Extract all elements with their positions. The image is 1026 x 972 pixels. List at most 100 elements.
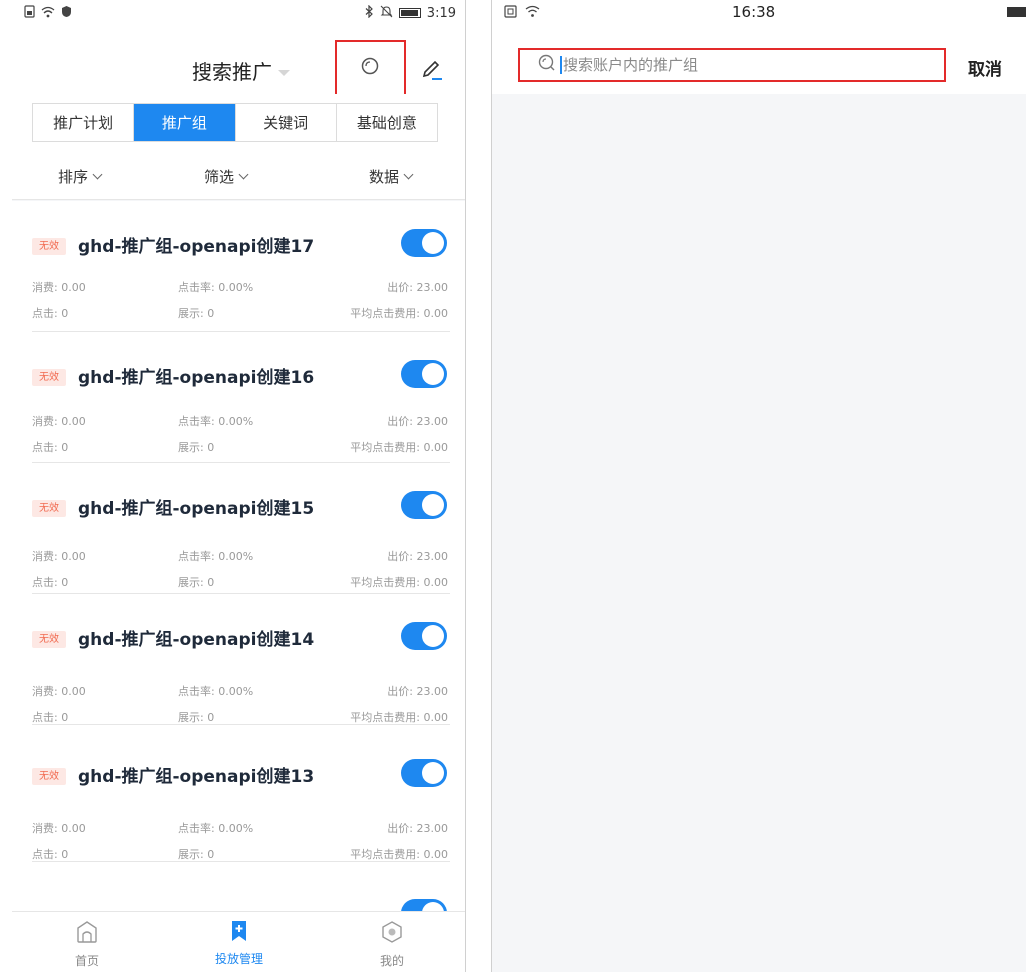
spend-stat: 消费: 0.00 [32, 822, 86, 835]
clicks-stat: 点击: 0 [32, 441, 69, 454]
spend-stat: 消费: 0.00 [32, 281, 86, 294]
data-dropdown[interactable]: 数据 [369, 166, 414, 187]
wifi-icon [525, 5, 540, 22]
battery-icon [398, 8, 421, 18]
status-bar: 16:38 [492, 0, 1026, 26]
cancel-button[interactable]: 取消 [968, 55, 1002, 80]
data-label: 数据 [369, 168, 400, 186]
sort-label: 排序 [58, 168, 89, 186]
level-tabs: 推广计划 推广组 关键词 基础创意 [32, 103, 438, 142]
bid-stat: 出价: 23.00 [387, 822, 448, 835]
ctr-stat: 点击率: 0.00% [178, 685, 254, 698]
divider [32, 861, 450, 862]
edit-button[interactable] [420, 58, 444, 82]
enable-toggle[interactable] [401, 622, 447, 650]
wifi-icon [41, 6, 55, 21]
bid-stat: 出价: 23.00 [387, 415, 448, 428]
enable-toggle[interactable] [401, 360, 447, 388]
nav-profile-label: 我的 [379, 954, 404, 968]
cpc-stat: 平均点击费用: 0.00 [350, 576, 448, 589]
ctr-stat: 点击率: 0.00% [178, 822, 254, 835]
left-phone-screen: 3:19 搜索推广 推广计划 推广组 关键词 基础创意 排序 筛选 数据 无效 … [12, 0, 466, 972]
search-input[interactable] [563, 56, 923, 74]
pencil-icon [420, 60, 444, 86]
impressions-stat: 展示: 0 [178, 576, 215, 589]
ad-group-name: ghd-推广组-openapi创建14 [78, 630, 315, 650]
enable-toggle[interactable] [401, 759, 447, 787]
header-bar: 搜索推广 [12, 26, 465, 97]
profile-icon [381, 920, 403, 948]
ctr-stat: 点击率: 0.00% [178, 415, 254, 428]
status-bar: 3:19 [12, 0, 465, 26]
text-cursor [560, 56, 562, 74]
tab-keyword[interactable]: 关键词 [236, 104, 337, 141]
right-phone-screen: 16:38 取消 [491, 0, 1026, 972]
clicks-stat: 点击: 0 [32, 848, 69, 861]
filter-dropdown[interactable]: 筛选 [204, 166, 249, 187]
list-item[interactable]: 无效 ghd-推广组-openapi创建13 消费: 0.00 点击率: 0.0… [12, 731, 465, 862]
bid-stat: 出价: 23.00 [387, 685, 448, 698]
impressions-stat: 展示: 0 [178, 441, 215, 454]
spend-stat: 消费: 0.00 [32, 685, 86, 698]
search-button[interactable] [335, 40, 406, 97]
caret-down-icon [278, 69, 290, 76]
spend-stat: 消费: 0.00 [32, 415, 86, 428]
tab-ad-group[interactable]: 推广组 [134, 104, 236, 141]
cpc-stat: 平均点击费用: 0.00 [350, 848, 448, 861]
ad-group-list[interactable]: 无效 ghd-推广组-openapi创建17 消费: 0.00 点击率: 0.0… [12, 201, 465, 911]
nav-home[interactable]: 首页 [47, 920, 127, 969]
nav-profile[interactable]: 我的 [352, 920, 432, 969]
sim-icon [504, 5, 517, 22]
enable-toggle[interactable] [401, 229, 447, 257]
clicks-stat: 点击: 0 [32, 711, 69, 724]
list-item[interactable]: 无效 ghd-推广组-openapi创建14 消费: 0.00 点击率: 0.0… [12, 594, 465, 725]
bid-stat: 出价: 23.00 [387, 550, 448, 563]
chevron-down-icon [238, 169, 249, 180]
mute-icon [380, 5, 393, 21]
bookmark-plus-icon [229, 920, 249, 946]
cpc-stat: 平均点击费用: 0.00 [350, 307, 448, 320]
ad-group-name: ghd-推广组-openapi创建16 [78, 368, 315, 388]
cpc-stat: 平均点击费用: 0.00 [350, 711, 448, 724]
sim-icon [24, 5, 35, 21]
search-icon [538, 54, 556, 76]
list-item[interactable]: 无效 ghd-推广组-openapi创建16 消费: 0.00 点击率: 0.0… [12, 332, 465, 463]
list-item[interactable]: 无效 ghd-推广组-openapi创建15 消费: 0.00 点击率: 0.0… [12, 463, 465, 594]
spend-stat: 消费: 0.00 [32, 550, 86, 563]
filter-label: 筛选 [204, 168, 235, 186]
filter-bar: 排序 筛选 数据 [12, 152, 465, 200]
ctr-stat: 点击率: 0.00% [178, 281, 254, 294]
tab-campaign[interactable]: 推广计划 [33, 104, 135, 141]
bid-stat: 出价: 23.00 [387, 281, 448, 294]
search-icon [360, 56, 382, 82]
cpc-stat: 平均点击费用: 0.00 [350, 441, 448, 454]
status-badge: 无效 [32, 238, 66, 255]
impressions-stat: 展示: 0 [178, 848, 215, 861]
nav-home-label: 首页 [74, 954, 99, 968]
ad-group-name: ghd-推广组-openapi创建13 [78, 767, 315, 787]
status-badge: 无效 [32, 631, 66, 648]
list-item[interactable]: 无效 ghd-推广组-openapi创建17 消费: 0.00 点击率: 0.0… [12, 201, 465, 332]
battery-icon [1007, 7, 1026, 17]
divider [32, 724, 450, 725]
search-box[interactable] [518, 48, 946, 82]
page-title: 搜索推广 [192, 60, 272, 84]
status-badge: 无效 [32, 768, 66, 785]
status-time: 16:38 [732, 3, 776, 21]
nav-campaign-management[interactable]: 投放管理 [199, 920, 279, 967]
status-badge: 无效 [32, 369, 66, 386]
enable-toggle[interactable] [401, 899, 447, 911]
clicks-stat: 点击: 0 [32, 576, 69, 589]
enable-toggle[interactable] [401, 491, 447, 519]
sort-dropdown[interactable]: 排序 [58, 166, 103, 187]
impressions-stat: 展示: 0 [178, 307, 215, 320]
bluetooth-icon [365, 4, 374, 21]
tab-creative[interactable]: 基础创意 [337, 104, 437, 141]
tabs-bar: 推广计划 推广组 关键词 基础创意 [12, 94, 465, 152]
status-badge: 无效 [32, 500, 66, 517]
ad-group-name: ghd-推广组-openapi创建17 [78, 237, 315, 257]
chevron-down-icon [92, 169, 103, 180]
title-dropdown[interactable]: 搜索推广 [192, 56, 290, 85]
status-time: 3:19 [426, 5, 456, 21]
clicks-stat: 点击: 0 [32, 307, 69, 320]
